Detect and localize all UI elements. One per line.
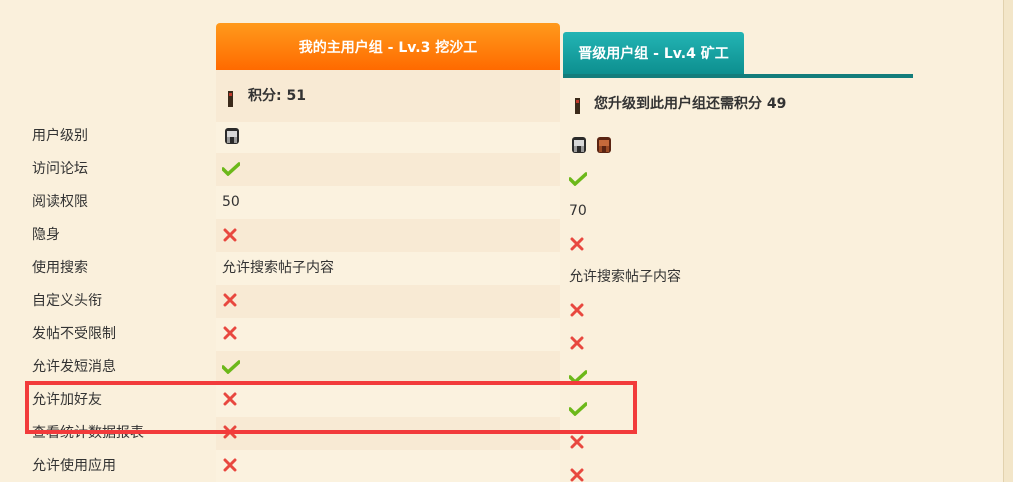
label-custom-title: 自定义头衔 [32,293,102,309]
check-icon [222,162,240,176]
next-group-tab[interactable]: 晋级用户组 - Lv.4 矿工 [563,32,744,74]
level-badge-icon [225,128,239,144]
cross-icon [223,228,237,242]
check-icon [569,172,587,186]
highlight-box [25,381,637,434]
points-bar-icon [228,91,233,107]
current-read-permission: 50 [222,194,240,210]
cross-icon [223,326,237,340]
current-points-row: 积分: 51 [216,70,560,122]
next-search: 允许搜索帖子内容 [569,269,681,285]
current-group-title: 我的主用户组 - Lv.3 挖沙工 [298,39,478,56]
label-use-apps: 允许使用应用 [32,458,116,474]
upgrade-points-text: 您升级到此用户组还需积分 49 [594,96,787,112]
level-badge-icon [572,137,586,153]
next-read-permission: 70 [569,203,587,219]
label-send-pm: 允许发短消息 [32,359,116,375]
next-group-title: 晋级用户组 - Lv.4 矿工 [578,46,729,62]
cross-icon [570,336,584,350]
row-band [216,351,560,384]
label-read-permission: 阅读权限 [32,194,88,210]
cross-icon [223,458,237,472]
row-band [216,285,560,318]
label-use-search: 使用搜索 [32,260,88,276]
cross-icon [223,293,237,307]
row-band [216,219,560,252]
cross-icon [570,468,584,482]
cross-icon [570,237,584,251]
cross-icon [570,303,584,317]
label-invisible: 隐身 [32,227,60,243]
current-group-header: 我的主用户组 - Lv.3 挖沙工 [216,23,560,70]
level-badge-bronze-icon [597,137,611,153]
label-post-unlimited: 发帖不受限制 [32,326,116,342]
next-group-underline [563,74,913,78]
current-points-label: 积分: 51 [248,88,306,104]
cross-icon [570,435,584,449]
scrollbar-track[interactable] [1003,0,1013,482]
label-visit-forum: 访问论坛 [32,161,88,177]
row-band [216,153,560,186]
upgrade-bar-icon [575,98,580,114]
label-user-level: 用户级别 [32,128,88,144]
check-icon [222,360,240,374]
current-search: 允许搜索帖子内容 [222,260,334,276]
